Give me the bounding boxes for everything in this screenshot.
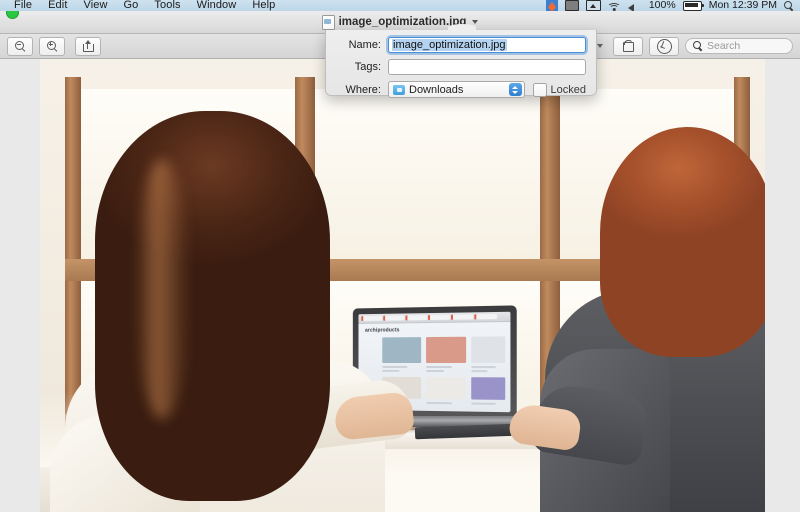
menu-item-window[interactable]: Window [189,0,245,11]
photo-person-left-hair-highlight [135,159,190,419]
crop-icon [622,40,634,52]
window-mullion [65,77,81,422]
search-icon [693,41,703,51]
up-down-arrows-icon[interactable] [508,83,522,96]
battery-icon[interactable] [682,1,704,11]
display-icon[interactable] [564,0,579,11]
preview-window: image_optimization.jpg Search archiprodu… [0,11,800,512]
search-placeholder: Search [707,40,741,52]
toolbar-left-group [7,36,101,56]
laptop-browser-chrome [358,311,511,324]
airplay-icon[interactable] [585,0,601,11]
photo-person-right-hair [600,127,765,357]
tags-field[interactable] [388,59,586,75]
zoom-in-icon [46,40,58,52]
dropbox-icon[interactable] [545,0,558,11]
battery-percent-label: 100% [648,0,676,11]
menu-item-edit[interactable]: Edit [40,0,75,11]
search-input[interactable]: Search [685,38,793,54]
wifi-icon[interactable] [607,2,622,11]
markup-button[interactable] [649,36,679,56]
tags-label: Tags: [354,61,381,73]
chevron-down-icon[interactable] [472,20,479,24]
menu-item-tools[interactable]: Tools [146,0,188,11]
where-value: Downloads [409,83,464,96]
image-canvas[interactable]: archiproducts [0,59,800,512]
document-icon [321,14,335,30]
crop-button[interactable] [613,36,643,56]
markup-icon [656,38,672,54]
laptop-site-title: archiproducts [365,327,400,334]
menu-bar-status-items: 100% Mon 12:39 PM [545,0,800,11]
volume-icon[interactable] [627,1,642,11]
window-pane [315,89,540,259]
share-icon [82,40,94,52]
zoom-window-button[interactable] [6,11,19,19]
filename-value: image_optimization.jpg [392,39,507,51]
filename-field[interactable]: image_optimization.jpg [388,37,586,53]
locked-checkbox-group[interactable]: Locked [532,82,586,97]
tags-row: Tags: [336,59,586,75]
zoom-out-icon [14,40,26,52]
where-label: Where: [345,83,381,96]
zoom-out-button[interactable] [7,36,33,56]
locked-checkbox[interactable] [532,82,547,97]
where-select[interactable]: Downloads [388,81,525,98]
name-label: Name: [348,39,381,51]
screen-root: File Edit View Go Tools Window Help 100%… [0,0,800,512]
spotlight-search-icon[interactable] [784,1,794,11]
folder-icon [393,84,405,95]
photo-person-left-hair [95,111,330,501]
save-dialog-sheet: Name: image_optimization.jpg Tags: Where… [325,24,597,98]
sheet-notch [448,24,476,31]
zoom-in-button[interactable] [39,36,65,56]
menu-item-help[interactable]: Help [244,0,283,11]
chevron-down-icon[interactable] [597,44,603,48]
menu-bar-apps: File Edit View Go Tools Window Help [0,0,283,11]
menu-item-file[interactable]: File [6,0,40,11]
traffic-light-buttons [6,11,19,19]
menu-item-go[interactable]: Go [116,0,147,11]
where-row: Where: Downloads Locked [336,81,586,98]
locked-label: Locked [550,83,586,96]
toolbar-right-group: Search [565,36,793,56]
name-row: Name: image_optimization.jpg [336,37,586,53]
menu-item-view[interactable]: View [75,0,115,11]
photo-image: archiproducts [40,59,765,512]
clock-label[interactable]: Mon 12:39 PM [709,0,777,11]
share-button[interactable] [75,36,101,56]
